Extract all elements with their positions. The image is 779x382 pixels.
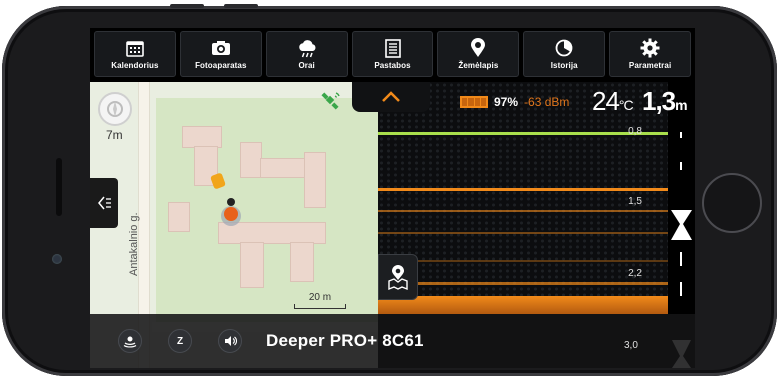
- sonar-band: [378, 260, 668, 262]
- toolbar-calendar-button[interactable]: Kalendorius: [94, 31, 176, 77]
- sonar-mode-button[interactable]: [118, 329, 142, 353]
- bottom-bar: Z Deeper PRO+ 8C61 3,0: [90, 314, 695, 368]
- collapse-panel-tab[interactable]: [90, 178, 118, 228]
- compass-icon: [107, 101, 123, 117]
- toolbar-label: Kalendorius: [111, 61, 159, 70]
- sonar-band: [378, 188, 668, 191]
- camera-icon: [210, 38, 232, 58]
- collapse-arrows-icon: [98, 196, 111, 210]
- top-toolbar: Kalendorius Fotoaparatas Orai Pastabos Ž…: [90, 28, 695, 82]
- sonar-band: [378, 232, 668, 234]
- depth-value: 1,3: [642, 86, 676, 116]
- surface-line: [378, 132, 668, 135]
- phone-speaker: [56, 158, 62, 216]
- sonar-waves-icon: [123, 336, 137, 348]
- building: [182, 126, 222, 148]
- depth-scale-label: 1,5: [628, 196, 642, 207]
- toolbar-map-button[interactable]: Žemėlapis: [437, 31, 520, 77]
- depth-scale-label: 2,2: [628, 268, 642, 279]
- speaker-icon: [225, 336, 237, 346]
- street-label: Antakalnio g.: [128, 212, 140, 276]
- home-button[interactable]: [702, 173, 762, 233]
- calendar-icon: [124, 38, 146, 58]
- battery-icon: [460, 96, 488, 108]
- expand-toolbar-button[interactable]: [352, 82, 430, 112]
- front-camera: [52, 254, 62, 264]
- satellite-icon: [320, 90, 342, 117]
- app-screen: Kalendorius Fotoaparatas Orai Pastabos Ž…: [90, 28, 695, 368]
- toolbar-label: Istorija: [550, 61, 578, 70]
- sonar-bottom: [378, 296, 668, 314]
- map-depth-marker: 7m: [106, 128, 123, 142]
- sound-button[interactable]: [218, 329, 242, 353]
- toolbar-notes-button[interactable]: Pastabos: [351, 31, 434, 77]
- toolbar-settings-button[interactable]: Parametrai: [609, 31, 692, 77]
- volume-button: [170, 4, 204, 8]
- toolbar-label: Parametrai: [628, 61, 672, 70]
- map-scale: 20 m: [294, 292, 346, 309]
- current-depth: 1,3m: [642, 86, 688, 117]
- toolbar-label: Fotoaparatas: [195, 61, 247, 70]
- depth-scale-label: 3,0: [624, 340, 638, 351]
- volume-button-2: [224, 4, 258, 8]
- toolbar-label: Orai: [298, 61, 315, 70]
- map-scale-label: 20 m: [308, 292, 332, 303]
- device-status: 97% -63 dBm: [460, 88, 569, 116]
- toolbar-label: Pastabos: [374, 61, 411, 70]
- building: [304, 152, 326, 208]
- toolbar-camera-button[interactable]: Fotoaparatas: [179, 31, 262, 77]
- sonar-band: [378, 282, 668, 285]
- depth-unit: m: [675, 97, 687, 113]
- battery-percent: 97%: [494, 95, 519, 109]
- toolbar-history-button[interactable]: Istorija: [523, 31, 606, 77]
- history-icon: [553, 38, 575, 58]
- signal-strength: -63 dBm: [524, 95, 570, 109]
- sleep-button[interactable]: Z: [168, 329, 192, 353]
- map-location-button[interactable]: [378, 254, 418, 300]
- building: [168, 202, 190, 232]
- toolbar-weather-button[interactable]: Orai: [265, 31, 348, 77]
- device-name: Deeper PRO+ 8C61: [266, 331, 424, 350]
- map-scale-bar: [294, 304, 346, 309]
- water-temperature: 24°C: [592, 86, 634, 117]
- temperature-unit: °C: [618, 97, 634, 113]
- gear-icon: [639, 38, 661, 58]
- toolbar-label: Žemėlapis: [458, 61, 499, 70]
- map-location-icon: [388, 265, 408, 291]
- user-location-icon: [218, 194, 244, 233]
- sleep-icon: Z: [176, 335, 184, 347]
- notes-icon: [382, 38, 404, 58]
- building: [240, 242, 264, 288]
- compass-button[interactable]: [98, 92, 132, 126]
- building: [290, 242, 314, 282]
- weather-icon: [296, 38, 318, 58]
- depth-scale-label: 0,8: [628, 126, 642, 137]
- map-pin-icon: [467, 38, 489, 58]
- temperature-value: 24: [592, 86, 620, 116]
- chevron-up-icon: [382, 91, 400, 102]
- sonar-band: [378, 210, 668, 212]
- building: [240, 142, 262, 178]
